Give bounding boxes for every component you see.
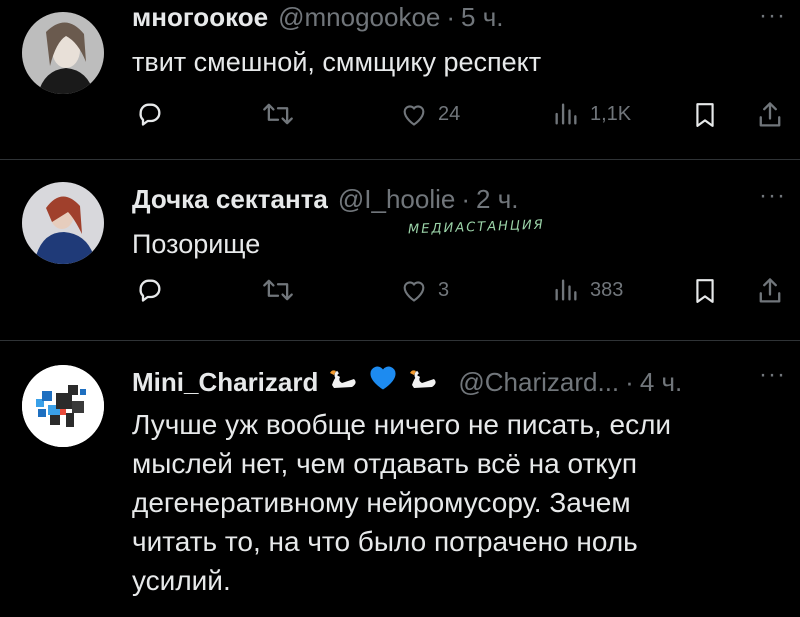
tweet-text: твит смешной, сммщику респект bbox=[132, 47, 542, 77]
separator: · bbox=[446, 2, 456, 32]
tweet-3[interactable]: Mini_Charizard @Charizard... · 4 ч. ··· … bbox=[0, 341, 800, 617]
bookmark-button[interactable] bbox=[692, 276, 718, 306]
avatar-image bbox=[22, 182, 104, 264]
more-options-icon[interactable]: ··· bbox=[759, 182, 786, 210]
retweet-icon bbox=[263, 103, 293, 125]
like-button[interactable]: 3 bbox=[400, 276, 449, 304]
share-button[interactable] bbox=[756, 100, 784, 130]
avatar-image bbox=[22, 365, 104, 447]
display-name[interactable]: Дочка сектанта bbox=[132, 184, 328, 215]
tweet-text-line: мыслей нет, чем отдавать всё на откуп bbox=[132, 448, 637, 479]
name-line: многоокое @mnogookoe · 5 ч. bbox=[132, 2, 504, 33]
tweet-1[interactable]: многоокое @mnogookoe · 5 ч. ··· твит сме… bbox=[0, 0, 800, 158]
retweet-icon bbox=[263, 279, 293, 301]
retweet-button[interactable] bbox=[262, 100, 294, 128]
avatar[interactable] bbox=[22, 182, 104, 264]
tweet-text-line: усилий. bbox=[132, 565, 231, 596]
heart-icon bbox=[403, 281, 425, 302]
reply-button[interactable] bbox=[136, 100, 164, 128]
display-name[interactable]: многоокое bbox=[132, 2, 268, 33]
display-name[interactable]: Mini_Charizard bbox=[132, 367, 318, 398]
avatar[interactable] bbox=[22, 12, 104, 94]
view-count: 383 bbox=[590, 278, 624, 301]
share-icon bbox=[759, 278, 781, 303]
tweet-text-line: Лучше уж вообще ничего не писать, если bbox=[132, 409, 672, 440]
bookmark-button[interactable] bbox=[692, 100, 718, 130]
views-icon bbox=[555, 103, 577, 125]
like-count: 3 bbox=[438, 278, 450, 301]
like-button[interactable]: 24 bbox=[400, 100, 460, 128]
timestamp[interactable]: 2 ч. bbox=[476, 184, 518, 215]
tweet-text-line: читать то, на что было потрачено ноль bbox=[132, 526, 638, 557]
blue-heart-icon bbox=[368, 363, 398, 398]
action-bar: 3 383 bbox=[132, 276, 792, 316]
share-button[interactable] bbox=[756, 276, 784, 306]
tweet-2[interactable]: Дочка сектанта @I_hoolie · 2 ч. ··· Позо… bbox=[0, 160, 800, 340]
name-line: Дочка сектанта @I_hoolie · 2 ч. bbox=[132, 184, 519, 215]
heart-icon bbox=[403, 105, 425, 126]
tweet-text: Позорище bbox=[132, 229, 261, 259]
swan-icon bbox=[406, 367, 440, 398]
handle[interactable]: @Charizard... bbox=[458, 367, 619, 398]
separator: · bbox=[625, 367, 634, 397]
views-icon bbox=[555, 279, 577, 301]
separator: · bbox=[461, 184, 471, 214]
tweet-text-line: дегенеративному нейромусору. Зачем bbox=[132, 487, 631, 518]
share-icon bbox=[759, 102, 781, 127]
view-count: 1,1K bbox=[590, 102, 632, 125]
more-options-icon[interactable]: ··· bbox=[759, 2, 786, 30]
more-options-icon[interactable]: ··· bbox=[759, 361, 786, 389]
tweet-text: Лучше уж вообще ничего не писать, если м… bbox=[132, 405, 671, 600]
reply-icon bbox=[139, 279, 161, 302]
views-button[interactable]: 383 bbox=[552, 276, 623, 304]
handle[interactable]: @mnogookoe bbox=[278, 2, 440, 33]
like-count: 24 bbox=[438, 102, 461, 125]
action-bar: 24 1,1K bbox=[132, 100, 792, 140]
swan-icon bbox=[326, 367, 360, 398]
retweet-button[interactable] bbox=[262, 276, 294, 304]
views-button[interactable]: 1,1K bbox=[552, 100, 631, 128]
bookmark-icon bbox=[696, 103, 714, 127]
handle[interactable]: @I_hoolie bbox=[338, 184, 455, 215]
reply-icon bbox=[139, 103, 161, 126]
timestamp[interactable]: 4 ч. bbox=[640, 367, 682, 398]
avatar[interactable] bbox=[22, 365, 104, 447]
avatar-image bbox=[22, 12, 104, 94]
name-line: Mini_Charizard @Charizard... · 4 ч. bbox=[132, 363, 682, 398]
reply-button[interactable] bbox=[136, 276, 164, 304]
timestamp[interactable]: 5 ч. bbox=[461, 2, 503, 33]
bookmark-icon bbox=[696, 279, 714, 303]
